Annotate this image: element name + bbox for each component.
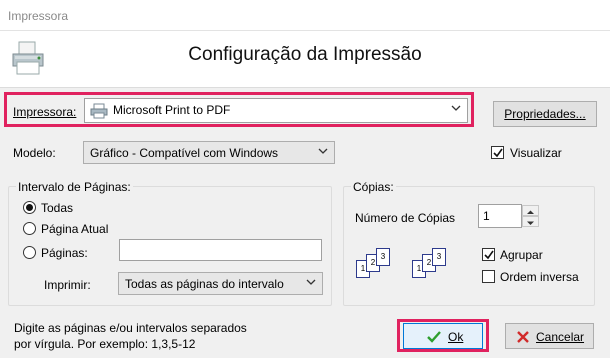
radio-current-page-label: Página Atual [41,222,109,236]
printer-select[interactable]: Microsoft Print to PDF [84,98,468,123]
printer-label: Impressora: [13,105,76,119]
chevron-down-icon [318,148,328,154]
reverse-order-label: Ordem inversa [500,270,579,284]
ok-button[interactable]: Ok [403,323,483,349]
collate-illustration: 1 2 3 1 2 3 [356,248,476,288]
chevron-down-icon [451,105,461,111]
doc-page-number: 1 [416,264,422,273]
collate-checkbox[interactable] [482,248,495,261]
copies-spin-up[interactable] [522,205,539,216]
copies-count-value: 1 [483,209,490,223]
collate-label: Agrupar [500,248,543,262]
close-icon [517,331,529,343]
page-range-legend: Intervalo de Páginas: [16,180,133,194]
copies-spin-down[interactable] [522,216,539,227]
doc-page-number: 2 [426,258,432,267]
doc-page-number: 1 [360,264,366,273]
print-range-select[interactable]: Todas as páginas do intervalo [118,272,323,295]
printer-select-value: Microsoft Print to PDF [113,103,231,117]
cancel-button[interactable]: Cancelar [505,323,594,349]
pages-input[interactable] [119,239,322,261]
printer-label-text: Impressora: [13,105,77,119]
copies-count-input[interactable]: 1 [478,204,522,228]
doc-page-icon: 3 [376,248,390,266]
chevron-down-icon [527,221,534,225]
model-label: Modelo: [13,146,56,160]
properties-button[interactable]: Propriedades... [493,101,597,127]
radio-all-pages[interactable] [23,201,36,214]
check-icon [493,148,503,158]
hint-line-2: por vírgula. Por exemplo: 1,3,5-12 [14,337,196,351]
doc-page-number: 2 [370,258,376,267]
hint-line-1: Digite as páginas e/ou intervalos separa… [14,321,247,335]
radio-current-page[interactable] [23,222,36,235]
radio-pages-label: Páginas: [41,246,88,260]
window-title: Impressora [8,9,69,23]
doc-page-icon: 3 [432,248,446,266]
page-title: Configuração da Impressão [188,44,422,65]
radio-all-pages-label: Todas [41,201,74,215]
title-bar: Impressora [0,0,610,30]
print-label: Imprimir: [44,278,91,292]
model-select[interactable]: Gráfico - Compatível com Windows [83,141,335,164]
model-select-value: Gráfico - Compatível com Windows [90,146,279,160]
copies-group [343,186,595,306]
reverse-order-checkbox[interactable] [482,270,495,283]
print-range-select-value: Todas as páginas do intervalo [125,277,284,291]
properties-button-label: Propriedades... [504,107,586,121]
cancel-button-label: Cancelar [536,330,585,344]
doc-page-number: 3 [380,252,386,261]
ok-button-label: Ok [448,330,464,344]
check-icon [427,331,441,343]
radio-pages[interactable] [23,246,36,259]
copies-count-label: Número de Cópias [355,211,456,225]
doc-page-number: 3 [436,252,442,261]
chevron-down-icon [306,279,316,285]
check-icon [484,250,494,260]
copies-legend: Cópias: [351,180,396,194]
preview-label: Visualizar [510,146,562,160]
printer-small-icon [90,103,108,119]
preview-checkbox[interactable] [491,146,504,159]
